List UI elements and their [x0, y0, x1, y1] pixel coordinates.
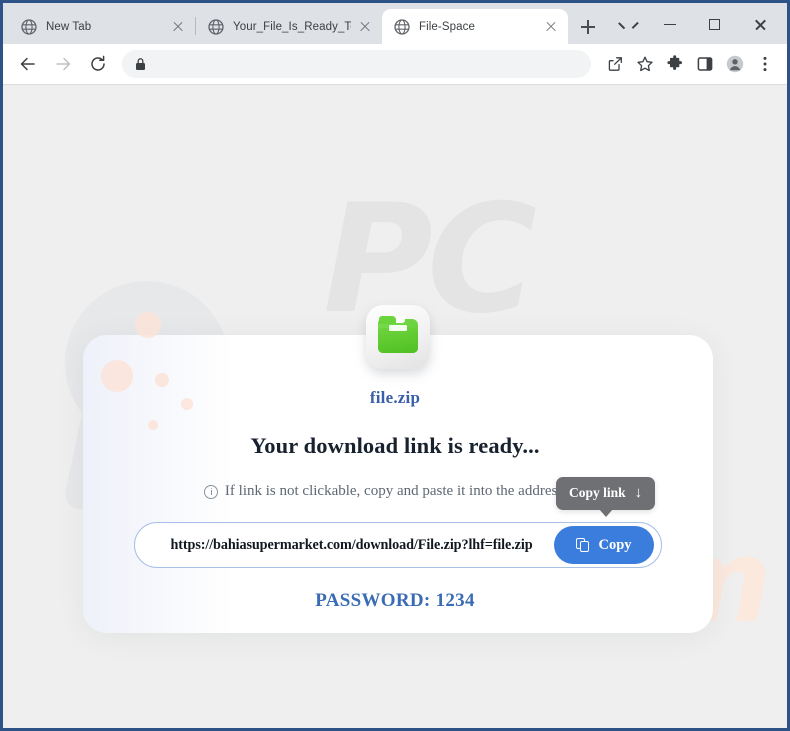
instruction-line: If link is not clickable, copy and paste…: [3, 483, 787, 500]
star-icon: [637, 56, 653, 72]
info-circle-icon: [203, 484, 218, 499]
decorative-dot: [135, 312, 161, 338]
back-arrow-icon: [20, 57, 35, 71]
copy-button-label: Copy: [598, 536, 632, 553]
browser-menu-button[interactable]: [751, 50, 779, 78]
share-icon: [608, 57, 622, 71]
share-button[interactable]: [601, 50, 629, 78]
tab-label: New Tab: [46, 21, 92, 33]
globe-icon: [394, 18, 410, 35]
copy-link-tooltip: Copy link ↓: [556, 477, 656, 517]
reload-icon: [91, 55, 105, 71]
page-title: Your download link is ready...: [250, 433, 540, 458]
folder-notch: [396, 316, 405, 323]
window-controls: [603, 3, 787, 44]
folder-label-strip: [389, 325, 407, 331]
forward-button[interactable]: [48, 49, 78, 79]
password-line: PASSWORD: 1234: [315, 590, 475, 611]
reload-button[interactable]: [83, 49, 113, 79]
arrow-down-icon: ↓: [634, 484, 643, 501]
tab-strip: New Tab Your_File_Is_Ready_To_Downl: [3, 3, 787, 44]
close-icon: [754, 18, 767, 31]
browser-window: New Tab Your_File_Is_Ready_To_Downl: [0, 0, 790, 731]
globe-icon: [21, 19, 37, 35]
browser-tab-new-tab[interactable]: New Tab: [9, 10, 195, 44]
download-url-field[interactable]: https://bahiasupermarket.com/download/Fi…: [134, 522, 662, 568]
close-icon[interactable]: [357, 19, 373, 35]
tab-label: File-Space: [419, 20, 475, 33]
globe-icon: [208, 19, 224, 35]
folder-front: [378, 328, 418, 353]
bookmark-button[interactable]: [631, 50, 659, 78]
close-window-button[interactable]: [738, 8, 783, 40]
folder-graphic: [378, 316, 418, 355]
forward-arrow-icon: [56, 57, 71, 71]
puzzle-icon: [667, 55, 682, 70]
minimize-icon: [664, 23, 676, 25]
close-icon[interactable]: [170, 19, 186, 35]
folder-tab: [379, 316, 396, 324]
browser-toolbar: [3, 44, 787, 85]
lock-icon: [134, 57, 147, 71]
browser-tab-your-file-is-ready[interactable]: Your_File_Is_Ready_To_Downl: [196, 10, 382, 44]
download-url-value[interactable]: https://bahiasupermarket.com/download/Fi…: [135, 537, 554, 554]
maximize-icon: [709, 18, 720, 30]
instruction-text: If link is not clickable, copy and paste…: [224, 483, 587, 499]
copy-sheets-icon: [576, 537, 590, 553]
decorative-dot: [148, 420, 158, 430]
profile-avatar-icon: [726, 55, 744, 73]
tooltip-label: Copy link: [569, 485, 626, 500]
minimize-button[interactable]: [648, 8, 693, 40]
file-name-link[interactable]: file.zip: [3, 388, 787, 408]
three-dots-menu-icon: [763, 56, 767, 72]
decorative-dot: [155, 373, 169, 387]
green-zip-folder-icon: [366, 305, 430, 369]
maximize-button[interactable]: [693, 8, 738, 40]
tab-search-button[interactable]: [603, 8, 648, 40]
address-bar[interactable]: [122, 50, 591, 78]
side-panel-icon: [697, 57, 713, 71]
close-icon[interactable]: [543, 19, 559, 35]
new-tab-button[interactable]: [574, 13, 602, 41]
profile-button[interactable]: [721, 50, 749, 78]
tab-label: Your_File_Is_Ready_To_Downl: [233, 21, 351, 33]
extensions-button[interactable]: [661, 50, 689, 78]
chevron-down-icon: [619, 20, 630, 31]
page-viewport: PC RISK .com file.zip Your download link…: [3, 85, 787, 728]
browser-tab-file-space[interactable]: File-Space: [382, 9, 568, 44]
side-panel-button[interactable]: [691, 50, 719, 78]
back-button[interactable]: [13, 49, 43, 79]
copy-button[interactable]: Copy: [554, 526, 654, 564]
